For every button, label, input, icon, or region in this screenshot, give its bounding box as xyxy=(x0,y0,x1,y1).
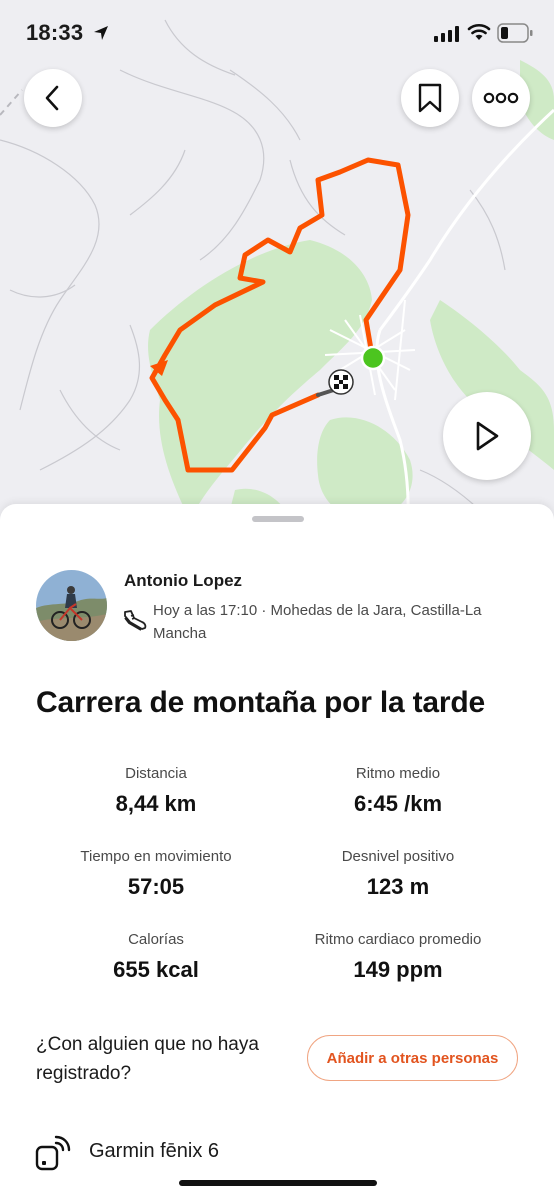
home-indicator[interactable] xyxy=(179,1180,377,1186)
stat-label: Distancia xyxy=(125,765,187,782)
others-question: ¿Con alguien que no haya registrado? xyxy=(36,1034,259,1084)
bookmark-icon xyxy=(418,83,442,113)
stat-moving-time: Tiempo en movimiento 57:05 xyxy=(36,847,276,900)
athlete-avatar[interactable] xyxy=(36,570,107,641)
running-shoe-icon xyxy=(124,610,147,631)
activity-title[interactable]: Carrera de montaña por la tarde xyxy=(36,686,485,720)
status-time: 18:33 xyxy=(26,20,84,45)
stat-calories: Calorías 655 kcal xyxy=(36,930,276,983)
status-bar: 18:33 xyxy=(0,0,554,64)
finish-marker xyxy=(328,369,354,395)
stat-label: Ritmo medio xyxy=(355,765,441,782)
stat-label: Ritmo cardiaco promedio xyxy=(314,931,482,948)
watch-icon xyxy=(35,1135,71,1171)
map-contour xyxy=(119,69,265,261)
more-dots-icon xyxy=(483,92,519,104)
athlete-name[interactable]: Antonio Lopez xyxy=(124,571,242,591)
map-contour xyxy=(129,149,186,216)
stat-label: Calorías xyxy=(128,931,184,948)
map-contour xyxy=(469,189,506,271)
stat-value: 57:05 xyxy=(127,874,185,899)
stat-label: Tiempo en movimiento xyxy=(80,848,232,865)
stat-value: 655 kcal xyxy=(113,957,199,982)
map-contour xyxy=(39,324,140,471)
cellular-signal-icon xyxy=(434,26,459,42)
location-arrow-icon xyxy=(94,26,108,40)
more-options-button[interactable] xyxy=(472,69,530,127)
activity-meta: Hoy a las 17:10 · Mohedas de la Jara, Ca… xyxy=(153,602,482,642)
stat-value: 8,44 km xyxy=(115,791,197,816)
bookmark-button[interactable] xyxy=(401,69,459,127)
stat-average-heart-rate: Ritmo cardiaco promedio 149 ppm xyxy=(278,930,518,983)
map-contour xyxy=(229,69,301,141)
battery-icon xyxy=(497,23,533,43)
avatar-photo xyxy=(36,570,107,641)
back-button[interactable] xyxy=(24,69,82,127)
wifi-icon xyxy=(467,23,491,40)
stat-distance: Distancia 8,44 km xyxy=(36,764,276,817)
start-marker xyxy=(360,345,386,371)
stat-elevation-gain: Desnivel positivo 123 m xyxy=(278,847,518,900)
map-contour xyxy=(9,284,76,298)
chevron-left-icon xyxy=(45,85,59,111)
map-contour xyxy=(0,139,100,411)
stat-value: 123 m xyxy=(366,874,430,899)
play-icon xyxy=(476,421,499,451)
stat-average-pace: Ritmo medio 6:45 /km xyxy=(278,764,518,817)
play-flyover-button[interactable] xyxy=(443,392,531,480)
activity-detail-sheet: Antonio Lopez Hoy a las 17:10 · Mohedas … xyxy=(0,504,554,1200)
stat-value: 6:45 /km xyxy=(353,791,443,816)
stat-label: Desnivel positivo xyxy=(341,848,455,865)
sheet-grabber[interactable] xyxy=(252,516,304,522)
add-others-button[interactable]: Añadir a otras personas xyxy=(307,1035,518,1081)
stat-value: 149 ppm xyxy=(353,957,443,982)
device-name[interactable]: Garmin fēnix 6 xyxy=(89,1140,219,1163)
route-map[interactable]: 18:33 xyxy=(0,0,554,560)
map-dashed-line xyxy=(0,89,23,116)
